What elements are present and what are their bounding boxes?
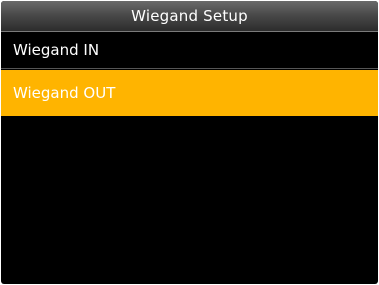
menu-item-label: Wiegand IN <box>13 41 100 59</box>
menu-item-wiegand-out[interactable]: Wiegand OUT <box>1 70 378 116</box>
page-title: Wiegand Setup <box>131 7 248 25</box>
device-screen: Wiegand Setup Wiegand IN Wiegand OUT <box>1 1 378 284</box>
menu-item-wiegand-in[interactable]: Wiegand IN <box>1 32 378 68</box>
menu-divider <box>1 68 378 69</box>
title-bar: Wiegand Setup <box>1 1 378 32</box>
menu-list: Wiegand IN Wiegand OUT <box>1 32 378 116</box>
menu-item-label: Wiegand OUT <box>13 84 116 102</box>
